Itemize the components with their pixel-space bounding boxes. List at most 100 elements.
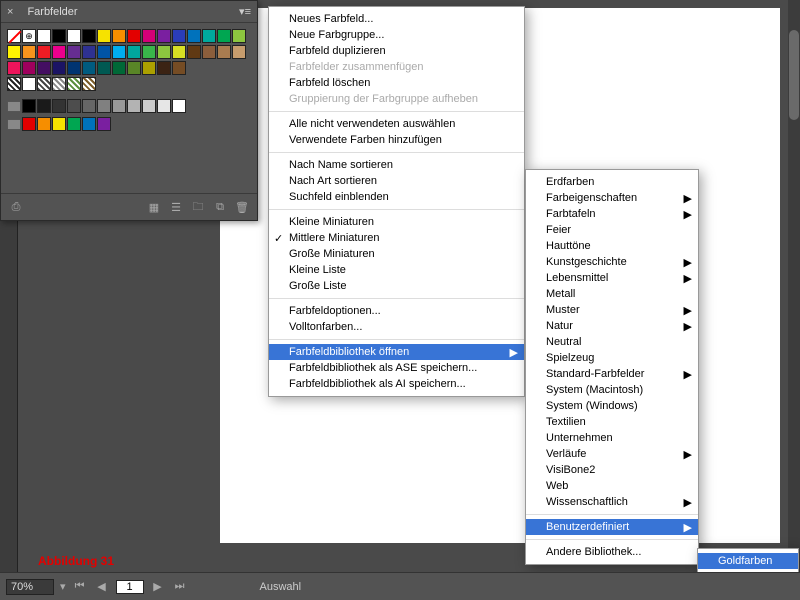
menu-item[interactable]: Benutzerdefiniert▶	[526, 519, 698, 535]
menu-item[interactable]: Kunstgeschichte▶	[526, 254, 698, 270]
swatch[interactable]	[52, 99, 66, 113]
menu-item[interactable]: Farbfeldbibliothek als ASE speichern...	[269, 360, 524, 376]
menu-item[interactable]: Neue Farbgruppe...	[269, 27, 524, 43]
next-page-icon[interactable]: ▶	[150, 579, 166, 595]
menu-item[interactable]: Erdfarben	[526, 174, 698, 190]
menu-item[interactable]: System (Windows)	[526, 398, 698, 414]
new-swatch-icon[interactable]: ⧉	[213, 200, 227, 214]
swatch[interactable]	[82, 61, 96, 75]
menu-item[interactable]: Wissenschaftlich▶	[526, 494, 698, 510]
swatch[interactable]	[67, 45, 81, 59]
folder-icon[interactable]	[7, 101, 21, 112]
menu-item[interactable]: Große Liste	[269, 278, 524, 294]
vertical-scrollbar[interactable]	[788, 0, 800, 572]
swatch[interactable]	[37, 61, 51, 75]
swatch[interactable]	[7, 61, 21, 75]
menu-item[interactable]: Farbfeldbibliothek öffnen▶	[269, 344, 524, 360]
menu-item[interactable]: Web	[526, 478, 698, 494]
swatch[interactable]	[172, 45, 186, 59]
swatch[interactable]	[157, 61, 171, 75]
swatch[interactable]	[82, 117, 96, 131]
swatch[interactable]	[52, 117, 66, 131]
swatch[interactable]	[202, 29, 216, 43]
swatch[interactable]	[142, 45, 156, 59]
swatch[interactable]	[37, 99, 51, 113]
swatch[interactable]	[217, 45, 231, 59]
swatch[interactable]	[97, 117, 111, 131]
menu-item[interactable]: Muster▶	[526, 302, 698, 318]
swatch[interactable]	[82, 45, 96, 59]
menu-item[interactable]: Unternehmen	[526, 430, 698, 446]
swatch[interactable]	[52, 61, 66, 75]
swatch[interactable]	[52, 45, 66, 59]
pattern-swatch[interactable]	[7, 77, 21, 91]
menu-item[interactable]: Feier	[526, 222, 698, 238]
menu-item[interactable]: Verwendete Farben hinzufügen	[269, 132, 524, 148]
swatch[interactable]	[97, 45, 111, 59]
folder-icon[interactable]	[7, 119, 21, 130]
swatch[interactable]	[7, 45, 21, 59]
first-page-icon[interactable]: ⏮	[72, 579, 88, 595]
swatch[interactable]	[127, 45, 141, 59]
menu-item[interactable]: Farbeigenschaften▶	[526, 190, 698, 206]
menu-item[interactable]: Standard-Farbfelder▶	[526, 366, 698, 382]
menu-item[interactable]: Verläufe▶	[526, 446, 698, 462]
swatch[interactable]	[232, 29, 246, 43]
menu-item[interactable]: Neues Farbfeld...	[269, 11, 524, 27]
swatch[interactable]	[37, 117, 51, 131]
menu-item[interactable]: Metall	[526, 286, 698, 302]
swatch[interactable]	[67, 117, 81, 131]
swatch[interactable]	[127, 29, 141, 43]
menu-item[interactable]: Natur▶	[526, 318, 698, 334]
swatch[interactable]	[127, 99, 141, 113]
panel-menu-icon[interactable]: ▾≡	[233, 5, 257, 18]
menu-item[interactable]: ✓Mittlere Miniaturen	[269, 230, 524, 246]
swatch[interactable]	[52, 29, 66, 43]
swatch-registration[interactable]: ⊕	[22, 29, 36, 43]
pattern-swatch[interactable]	[67, 77, 81, 91]
swatch[interactable]	[37, 29, 51, 43]
pattern-swatch[interactable]	[22, 77, 36, 91]
menu-item[interactable]: Kleine Miniaturen	[269, 214, 524, 230]
swatch[interactable]	[67, 61, 81, 75]
menu-item[interactable]: Farbfeld löschen	[269, 75, 524, 91]
menu-item[interactable]: VisiBone2	[526, 462, 698, 478]
menu-item[interactable]: Suchfeld einblenden	[269, 189, 524, 205]
pattern-swatch[interactable]	[37, 77, 51, 91]
options-icon[interactable]: ☰	[169, 200, 183, 214]
swatch[interactable]	[97, 29, 111, 43]
swatch[interactable]	[127, 61, 141, 75]
menu-item[interactable]: Nach Name sortieren	[269, 157, 524, 173]
prev-page-icon[interactable]: ◀	[94, 579, 110, 595]
menu-item[interactable]: Große Miniaturen	[269, 246, 524, 262]
menu-item[interactable]: Textilien	[526, 414, 698, 430]
menu-item[interactable]: Nach Art sortieren	[269, 173, 524, 189]
menu-item[interactable]: Andere Bibliothek...	[526, 544, 698, 560]
panel-title[interactable]: Farbfelder	[19, 2, 85, 22]
swatch[interactable]	[172, 99, 186, 113]
swatch[interactable]	[22, 45, 36, 59]
menu-item[interactable]: Farbfeld duplizieren	[269, 43, 524, 59]
swatch[interactable]	[142, 29, 156, 43]
menu-item[interactable]: Lebensmittel▶	[526, 270, 698, 286]
menu-item[interactable]: System (Macintosh)	[526, 382, 698, 398]
menu-item[interactable]: Volltonfarben...	[269, 319, 524, 335]
swatch[interactable]	[217, 29, 231, 43]
swatch[interactable]	[157, 45, 171, 59]
swatch[interactable]	[112, 99, 126, 113]
menu-item[interactable]: Farbfeldbibliothek als AI speichern...	[269, 376, 524, 392]
swatch[interactable]	[22, 61, 36, 75]
swatch[interactable]	[232, 45, 246, 59]
swatch[interactable]	[112, 45, 126, 59]
swatch[interactable]	[82, 99, 96, 113]
swatch[interactable]	[142, 61, 156, 75]
page-input[interactable]	[116, 580, 144, 594]
menu-item[interactable]: Alle nicht verwendeten auswählen	[269, 116, 524, 132]
swatch-none[interactable]	[7, 29, 21, 43]
close-icon[interactable]: ×	[1, 6, 19, 18]
show-kind-icon[interactable]: ▦	[147, 200, 161, 214]
swatch[interactable]	[142, 99, 156, 113]
swatch[interactable]	[187, 29, 201, 43]
swatch[interactable]	[187, 45, 201, 59]
swatch[interactable]	[172, 29, 186, 43]
